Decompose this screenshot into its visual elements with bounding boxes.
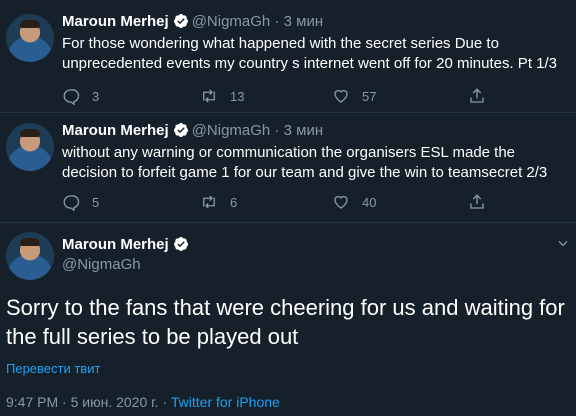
reply-count: 5 (92, 194, 100, 210)
author-name[interactable]: Maroun Merhej (62, 236, 169, 253)
tweet-header: Maroun Merhej @NigmaGh · 3 мин (62, 12, 323, 32)
retweet-icon (203, 195, 215, 209)
tweet-text: For those wondering what happened with t… (62, 35, 557, 72)
tweet-actions: 3 13 57 (62, 86, 492, 106)
avatar[interactable] (6, 232, 54, 280)
reply-icon (63, 195, 80, 211)
tweet-meta: 9:47 PM · 5 июн. 2020 г. · Twitter for i… (6, 394, 280, 410)
avatar[interactable] (6, 123, 54, 171)
tweet-text: without any warning or communication the… (62, 144, 548, 181)
separator: · (274, 122, 280, 139)
reply-button[interactable]: 3 (62, 86, 99, 106)
separator: · (62, 394, 67, 410)
tweet-header: Maroun Merhej @NigmaGh · 3 мин (62, 121, 323, 141)
avatar[interactable] (6, 14, 54, 62)
author-handle[interactable]: @NigmaGh (192, 122, 271, 139)
tweet-time[interactable]: 3 мин (284, 122, 324, 139)
separator: · (162, 394, 167, 410)
focused-tweet-text: Sorry to the fans that were cheering for… (6, 295, 565, 349)
share-button[interactable] (468, 192, 486, 212)
like-button[interactable]: 57 (332, 86, 376, 106)
like-icon (334, 89, 348, 103)
share-button[interactable] (468, 86, 486, 106)
author-handle[interactable]: @NigmaGh (192, 13, 271, 30)
reply-button[interactable]: 5 (62, 192, 99, 212)
focused-author-name[interactable]: Maroun Merhej (62, 236, 192, 253)
reply-icon (63, 89, 80, 105)
verified-badge-icon (173, 123, 188, 137)
translate-tweet-link[interactable]: Перевести твит (6, 361, 100, 376)
like-count: 57 (362, 88, 377, 104)
reply-count: 3 (92, 88, 100, 104)
share-icon (470, 88, 484, 103)
divider (0, 112, 576, 113)
author-name[interactable]: Maroun Merhej (62, 122, 169, 139)
retweet-icon (203, 89, 215, 103)
author-name[interactable]: Maroun Merhej (62, 13, 169, 30)
divider (0, 222, 576, 223)
retweet-count: 13 (230, 88, 245, 104)
share-icon (470, 194, 484, 209)
tweet-time[interactable]: 3 мин (284, 13, 324, 30)
like-icon (334, 195, 348, 209)
chevron-down-icon[interactable] (556, 236, 570, 250)
tweet-actions: 5 6 40 (62, 192, 492, 212)
author-handle[interactable]: @NigmaGh (62, 256, 141, 273)
like-count: 40 (362, 194, 377, 210)
like-button[interactable]: 40 (332, 192, 376, 212)
retweet-button[interactable]: 13 (200, 86, 244, 106)
tweet-time[interactable]: 9:47 PM (6, 394, 58, 410)
verified-badge-icon (173, 237, 188, 251)
retweet-count: 6 (230, 194, 238, 210)
verified-badge-icon (173, 14, 188, 28)
separator: · (274, 13, 280, 30)
tweet-date[interactable]: 5 июн. 2020 г. (71, 394, 159, 410)
tweet-source[interactable]: Twitter for iPhone (171, 394, 280, 410)
retweet-button[interactable]: 6 (200, 192, 237, 212)
